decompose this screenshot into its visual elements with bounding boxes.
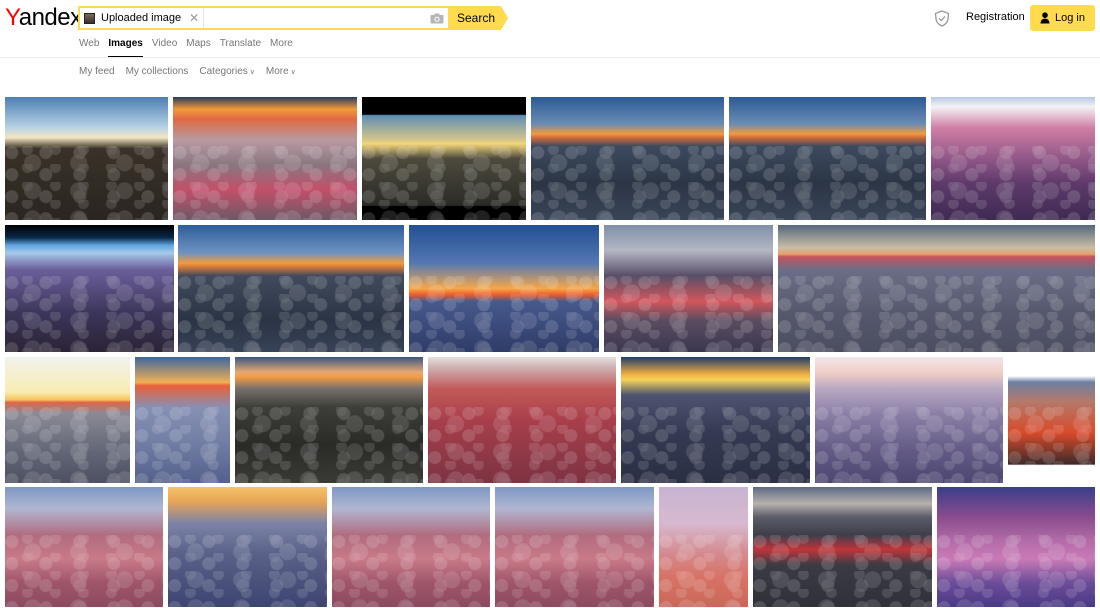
image-result-thumbnail[interactable]	[5, 357, 130, 483]
cloud-texture	[5, 407, 130, 483]
image-result-thumbnail[interactable]	[1008, 357, 1095, 483]
cloud-texture	[168, 535, 327, 607]
image-result-thumbnail[interactable]	[621, 357, 810, 483]
cloud-texture	[409, 275, 599, 352]
cloud-texture	[362, 146, 526, 220]
cloud-texture	[135, 407, 230, 483]
cloud-texture	[778, 275, 1095, 352]
image-result-thumbnail[interactable]	[604, 225, 773, 352]
image-results-grid	[0, 0, 1100, 608]
image-result-thumbnail[interactable]	[659, 487, 748, 607]
image-result-thumbnail[interactable]	[531, 97, 724, 220]
cloud-texture	[621, 407, 810, 483]
cloud-texture	[5, 535, 163, 607]
image-result-thumbnail[interactable]	[173, 97, 357, 220]
cloud-texture	[178, 275, 404, 352]
cloud-texture	[173, 146, 357, 220]
cloud-texture	[753, 535, 932, 607]
image-result-thumbnail[interactable]	[5, 97, 168, 220]
image-result-thumbnail[interactable]	[235, 357, 423, 483]
cloud-texture	[5, 275, 174, 352]
image-result-thumbnail[interactable]	[937, 487, 1095, 607]
image-result-thumbnail[interactable]	[931, 97, 1095, 220]
cloud-texture	[5, 146, 168, 220]
image-result-thumbnail[interactable]	[362, 97, 526, 220]
cloud-texture	[428, 407, 616, 483]
cloud-texture	[729, 146, 926, 220]
image-result-thumbnail[interactable]	[332, 487, 490, 607]
cloud-texture	[659, 535, 748, 607]
image-result-thumbnail[interactable]	[178, 225, 404, 352]
image-result-thumbnail[interactable]	[168, 487, 327, 607]
cloud-texture	[604, 275, 773, 352]
image-result-thumbnail[interactable]	[778, 225, 1095, 352]
image-result-thumbnail[interactable]	[495, 487, 654, 607]
image-result-thumbnail[interactable]	[815, 357, 1003, 483]
cloud-texture	[815, 407, 1003, 483]
cloud-texture	[235, 407, 423, 483]
cloud-texture	[937, 535, 1095, 607]
image-result-thumbnail[interactable]	[729, 97, 926, 220]
cloud-texture	[1008, 407, 1095, 483]
image-result-thumbnail[interactable]	[753, 487, 932, 607]
image-result-thumbnail[interactable]	[5, 225, 174, 352]
image-result-thumbnail[interactable]	[5, 487, 163, 607]
image-result-thumbnail[interactable]	[409, 225, 599, 352]
image-result-thumbnail[interactable]	[135, 357, 230, 483]
cloud-texture	[931, 146, 1095, 220]
image-result-thumbnail[interactable]	[428, 357, 616, 483]
cloud-texture	[495, 535, 654, 607]
cloud-texture	[332, 535, 490, 607]
cloud-texture	[531, 146, 724, 220]
